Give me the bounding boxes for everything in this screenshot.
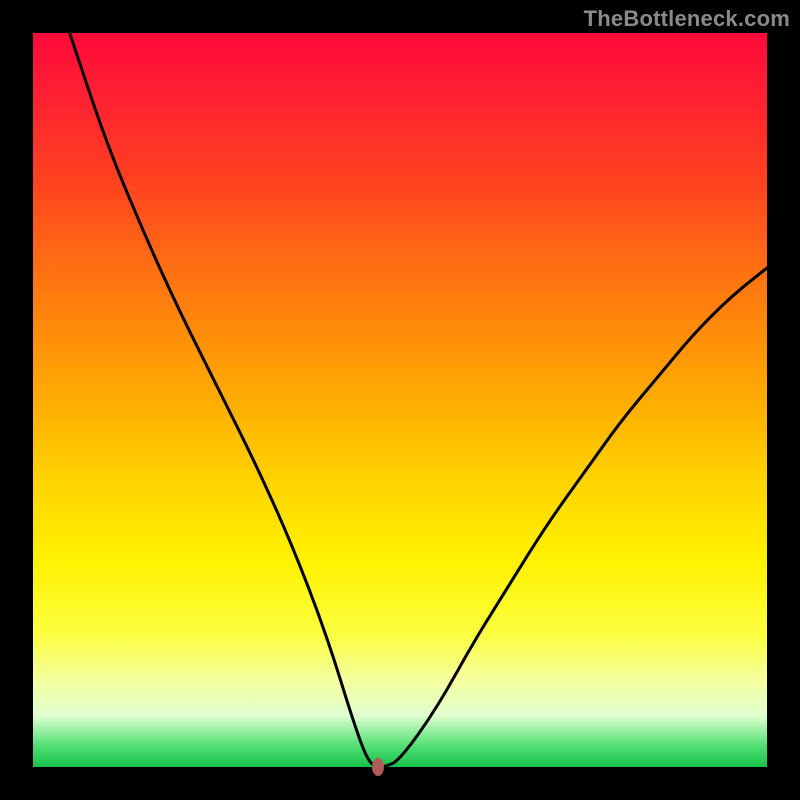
watermark-label: TheBottleneck.com xyxy=(584,6,790,32)
optimum-marker xyxy=(372,758,384,776)
bottleneck-curve-path xyxy=(70,33,767,767)
curve-svg xyxy=(33,33,767,767)
chart-container: TheBottleneck.com xyxy=(0,0,800,800)
plot-area xyxy=(33,33,767,767)
